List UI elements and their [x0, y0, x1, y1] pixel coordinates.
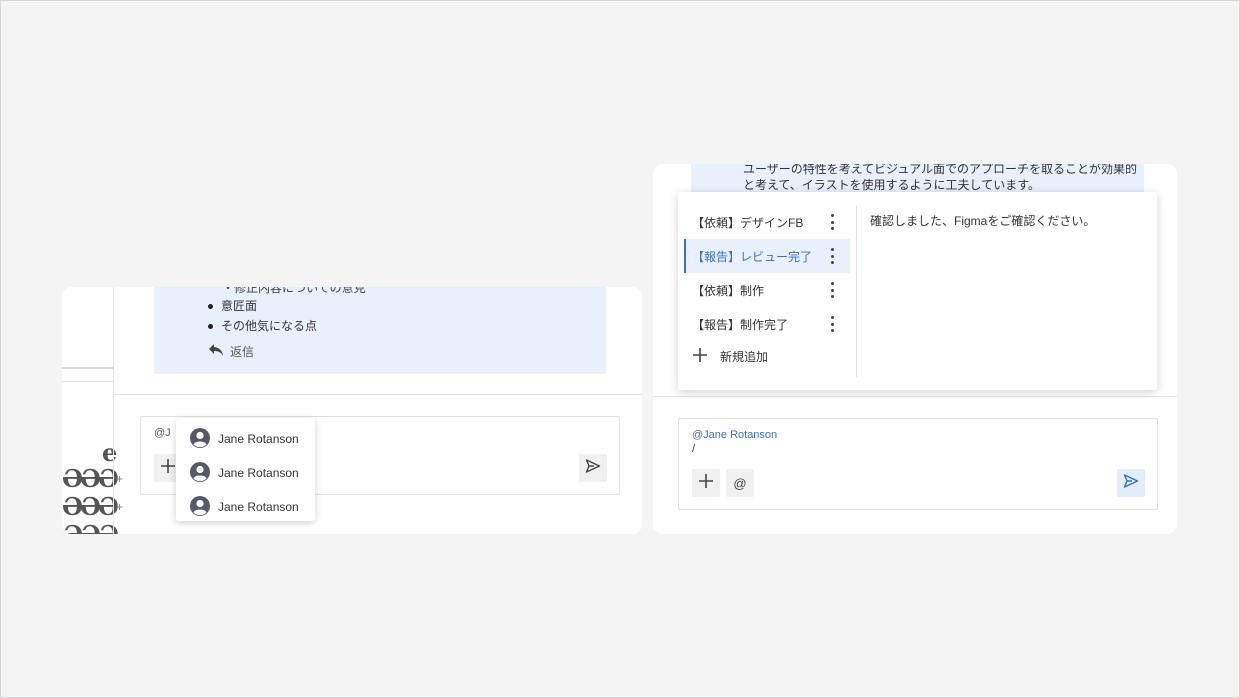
template-label: 【報告】制作完了	[692, 317, 789, 332]
mention-user-name: Jane Rotanson	[218, 466, 299, 480]
composer-divider	[114, 394, 642, 395]
mention-button[interactable]: @	[726, 469, 754, 497]
template-menu: 【依頼】デザインFB 【報告】レビュー完了 【依頼】制作 【報告】制作完了 新規…	[678, 192, 1157, 390]
reply-button[interactable]: 返信	[208, 343, 254, 360]
template-item[interactable]: 【報告】制作完了	[684, 307, 850, 341]
composer-divider	[653, 396, 1177, 397]
sidebar-garbled-mark: +	[115, 503, 124, 513]
user-avatar-icon	[190, 495, 210, 519]
plus-icon	[692, 347, 708, 366]
sidebar-divider	[62, 367, 114, 369]
at-icon: @	[733, 475, 747, 491]
template-preview: 確認しました、Figmaをご確認ください。	[870, 214, 1096, 228]
reply-icon	[208, 343, 224, 360]
send-button[interactable]	[579, 454, 607, 482]
message-text: ユーザーの特性を考えてビジュアル面でのアプローチを取ることが効果的と考えて、イラ…	[743, 164, 1137, 192]
message-bubble: ・修正内容についての意見 意匠面 その他気になる点 返信	[154, 287, 606, 374]
composer-text[interactable]: @J	[154, 427, 171, 439]
bullet-item: 意匠面	[208, 296, 317, 316]
mention-tag: @Jane Rotanson	[692, 429, 778, 441]
send-icon	[1123, 473, 1139, 494]
sidebar-garbled-mark: +	[115, 475, 124, 485]
sidebar-garbled-text: ƏƏƏ+	[62, 467, 123, 491]
user-avatar-icon	[190, 461, 210, 485]
sidebar-garbled-text: ƏƏƏ+	[62, 495, 123, 519]
template-label: 【依頼】デザインFB	[692, 215, 804, 230]
plus-icon	[160, 458, 176, 479]
sidebar-garbled-text: ƏƏƏ	[62, 523, 119, 535]
template-list: 【依頼】デザインFB 【報告】レビュー完了 【依頼】制作 【報告】制作完了	[684, 205, 850, 341]
mention-dropdown: Jane Rotanson Jane Rotanson Jane Rotanso…	[176, 418, 315, 521]
message-composer[interactable]: @Jane Rotanson / @	[678, 418, 1158, 510]
sidebar-divider	[62, 381, 114, 382]
template-item[interactable]: 【依頼】デザインFB	[684, 205, 850, 239]
mention-user-name: Jane Rotanson	[218, 432, 299, 446]
bullet-dot	[208, 323, 213, 329]
plus-icon	[698, 473, 714, 494]
vertical-divider	[113, 287, 114, 534]
sidebar-garbled-glyphs: ƏƏƏ	[62, 492, 119, 521]
add-button[interactable]	[692, 469, 720, 497]
message-cut-line: ・修正内容についての意見	[222, 287, 366, 295]
mention-option[interactable]: Jane Rotanson	[176, 456, 315, 490]
template-divider	[856, 206, 857, 377]
template-label: 【依頼】制作	[692, 283, 765, 298]
send-icon	[585, 458, 601, 479]
template-item-active[interactable]: 【報告】レビュー完了	[684, 239, 850, 273]
left-sidebar-strip: e ƏƏƏ+ ƏƏƏ+ ƏƏƏ	[62, 287, 123, 535]
composer-text[interactable]: /	[692, 443, 695, 455]
user-avatar-icon	[190, 427, 210, 451]
message-bullet-list: 意匠面 その他気になる点	[208, 296, 317, 336]
kebab-icon[interactable]	[826, 281, 838, 299]
template-item[interactable]: 【依頼】制作	[684, 273, 850, 307]
add-template-button[interactable]: 新規追加	[692, 347, 768, 366]
reply-label: 返信	[230, 345, 255, 359]
template-label: 【報告】レビュー完了	[692, 249, 813, 264]
kebab-icon[interactable]	[826, 213, 838, 231]
kebab-icon[interactable]	[826, 247, 838, 265]
bullet-text: その他気になる点	[221, 319, 318, 333]
kebab-icon[interactable]	[826, 315, 838, 333]
add-template-label: 新規追加	[720, 350, 769, 364]
mention-user-name: Jane Rotanson	[218, 500, 299, 514]
bullet-dot	[208, 303, 213, 309]
mention-option[interactable]: Jane Rotanson	[176, 422, 315, 456]
send-button[interactable]	[1117, 469, 1145, 497]
bullet-item: その他気になる点	[208, 316, 317, 336]
bullet-text: 意匠面	[221, 299, 258, 313]
mention-option[interactable]: Jane Rotanson	[176, 490, 315, 524]
left-chat-panel: e ƏƏƏ+ ƏƏƏ+ ƏƏƏ ・修正内容についての意見 意匠面 その他気になる…	[62, 287, 642, 534]
sidebar-garbled-glyphs: ƏƏƏ	[62, 464, 119, 493]
